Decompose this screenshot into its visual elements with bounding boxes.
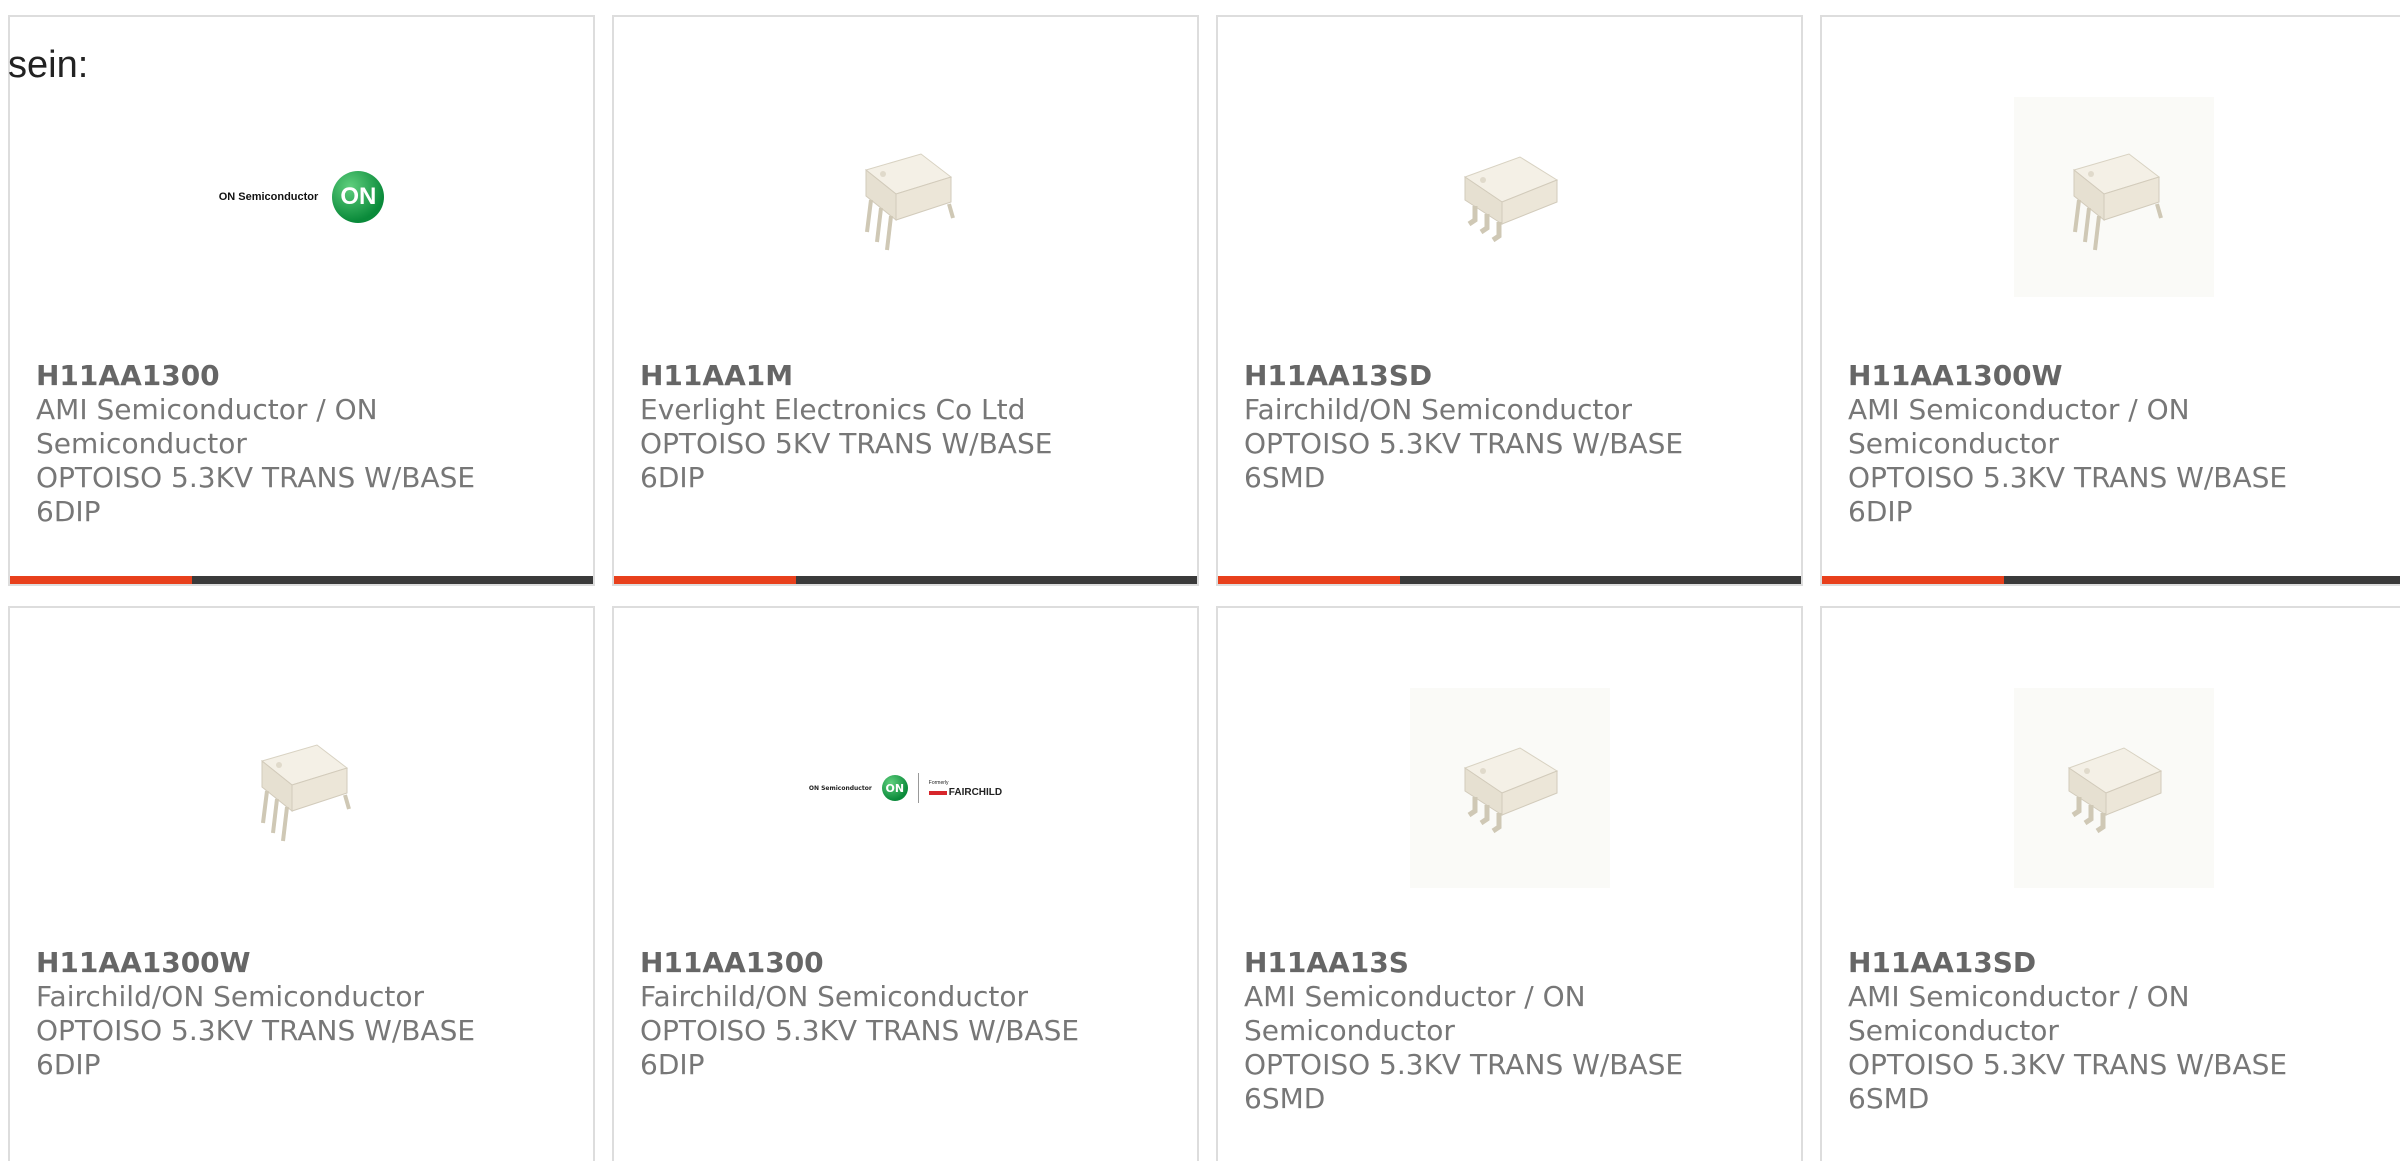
fairchild-logo: Formerly FAIRCHILD — [928, 778, 1003, 798]
part-number[interactable]: H11AA1300 — [36, 359, 567, 393]
product-image[interactable]: ON Semiconductor ON Formerly FAIRCHILD — [806, 688, 1006, 888]
product-image[interactable] — [806, 97, 1006, 297]
product-image[interactable] — [1409, 688, 1610, 888]
manufacturer: Everlight Electronics Co Ltd — [640, 393, 1026, 426]
product-card[interactable]: H11AA1300W AMI Semiconductor / ON Semico… — [1820, 15, 2400, 586]
card-accent-bar — [10, 576, 593, 584]
page-heading-fragment: sein: — [8, 44, 89, 86]
manufacturer: Fairchild/ON Semiconductor — [640, 980, 1029, 1013]
card-accent-bar — [614, 576, 1197, 584]
description: OPTOISO 5.3KV TRANS W/BASE 6DIP — [1848, 461, 2288, 528]
product-info: H11AA1300W Fairchild/ON Semiconductor OP… — [36, 946, 567, 1082]
manufacturer: AMI Semiconductor / ON Semiconductor — [1848, 393, 2190, 460]
product-info: H11AA13S AMI Semiconductor / ON Semicond… — [1244, 946, 1775, 1116]
product-image[interactable] — [2013, 688, 2214, 888]
product-info: H11AA1300W AMI Semiconductor / ON Semico… — [1848, 359, 2379, 529]
card-accent-bar — [1822, 576, 2400, 584]
on-logo-icon: ON — [881, 775, 908, 801]
product-info: H11AA1300 Fairchild/ON Semiconductor OPT… — [640, 946, 1171, 1082]
product-card[interactable]: H11AA1M Everlight Electronics Co Ltd OPT… — [612, 15, 1199, 586]
part-number[interactable]: H11AA13SD — [1848, 946, 2379, 980]
product-card[interactable]: H11AA13SD AMI Semiconductor / ON Semicon… — [1820, 606, 2400, 1161]
on-fairchild-logo: ON Semiconductor ON Formerly FAIRCHILD — [809, 773, 1002, 803]
description: OPTOISO 5.3KV TRANS W/BASE 6SMD — [1244, 1048, 1684, 1115]
manufacturer: Fairchild/ON Semiconductor — [1244, 393, 1633, 426]
product-info: H11AA13SD Fairchild/ON Semiconductor OPT… — [1244, 359, 1775, 495]
description: OPTOISO 5.3KV TRANS W/BASE 6SMD — [1244, 427, 1684, 494]
dip6-chip-icon — [806, 97, 1006, 297]
product-info: H11AA1300 AMI Semiconductor / ON Semicon… — [36, 359, 567, 529]
manufacturer: AMI Semiconductor / ON Semiconductor — [1244, 980, 1586, 1047]
product-card[interactable]: ON Semiconductor ON Formerly FAIRCHILD H… — [612, 606, 1199, 1161]
product-card[interactable]: H11AA13S AMI Semiconductor / ON Semicond… — [1216, 606, 1803, 1161]
on-semiconductor-logo-text: ON Semiconductor — [218, 191, 319, 203]
part-number[interactable]: H11AA1300W — [1848, 359, 2379, 393]
part-number[interactable]: H11AA13S — [1244, 946, 1775, 980]
part-number[interactable]: H11AA1300W — [36, 946, 567, 980]
product-grid: ON Semiconductor ON H11AA1300 AMI Semico… — [0, 0, 2400, 1161]
product-info: H11AA13SD AMI Semiconductor / ON Semicon… — [1848, 946, 2379, 1116]
description: OPTOISO 5.3KV TRANS W/BASE 6DIP — [36, 461, 476, 528]
product-card[interactable]: H11AA13SD Fairchild/ON Semiconductor OPT… — [1216, 15, 1803, 586]
smd6-chip-icon — [1409, 688, 1610, 888]
manufacturer: AMI Semiconductor / ON Semiconductor — [36, 393, 378, 460]
description: OPTOISO 5.3KV TRANS W/BASE 6DIP — [640, 1014, 1080, 1081]
smd6-chip-icon — [1410, 97, 1610, 297]
description: OPTOISO 5.3KV TRANS W/BASE 6SMD — [1848, 1048, 2288, 1115]
description: OPTOISO 5.3KV TRANS W/BASE 6DIP — [36, 1014, 476, 1081]
fairchild-label: FAIRCHILD — [948, 787, 1003, 798]
product-image[interactable]: ON Semiconductor ON — [202, 97, 402, 297]
on-semiconductor-logo: ON Semiconductor ON — [219, 171, 385, 223]
product-image[interactable] — [1410, 97, 1610, 297]
part-number[interactable]: H11AA13SD — [1244, 359, 1775, 393]
product-grid-page: sein: ON Semiconductor ON H11AA1300 AMI … — [0, 0, 2400, 1161]
smd6-chip-icon — [2013, 688, 2214, 888]
dip6-chip-icon — [2013, 97, 2214, 297]
dip6-chip-icon — [202, 688, 402, 888]
logo-divider — [917, 773, 919, 803]
on-logo-icon: ON — [332, 171, 385, 223]
product-image[interactable] — [202, 688, 402, 888]
product-card[interactable]: H11AA1300W Fairchild/ON Semiconductor OP… — [8, 606, 595, 1161]
product-card[interactable]: ON Semiconductor ON H11AA1300 AMI Semico… — [8, 15, 595, 586]
manufacturer: Fairchild/ON Semiconductor — [36, 980, 425, 1013]
product-image[interactable] — [2013, 97, 2214, 297]
on-semiconductor-logo-text: ON Semiconductor — [808, 784, 872, 792]
part-number[interactable]: H11AA1300 — [640, 946, 1171, 980]
manufacturer: AMI Semiconductor / ON Semiconductor — [1848, 980, 2190, 1047]
product-info: H11AA1M Everlight Electronics Co Ltd OPT… — [640, 359, 1171, 495]
card-accent-bar — [1218, 576, 1801, 584]
description: OPTOISO 5KV TRANS W/BASE 6DIP — [640, 427, 1053, 494]
part-number[interactable]: H11AA1M — [640, 359, 1171, 393]
